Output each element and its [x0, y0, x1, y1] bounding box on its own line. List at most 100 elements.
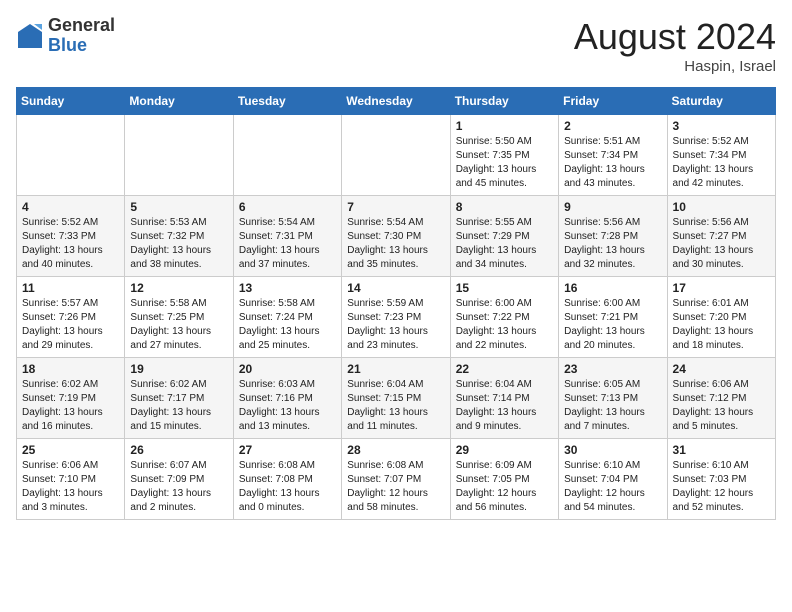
- day-number: 28: [347, 443, 444, 457]
- day-number: 4: [22, 200, 119, 214]
- day-number: 8: [456, 200, 553, 214]
- weekday-header: Thursday: [450, 88, 558, 115]
- calendar-cell: 11 Sunrise: 5:57 AMSunset: 7:26 PMDayligh…: [17, 277, 125, 358]
- calendar-cell: 13 Sunrise: 5:58 AMSunset: 7:24 PMDayligh…: [233, 277, 341, 358]
- day-info: Sunrise: 6:00 AMSunset: 7:22 PMDaylight:…: [456, 297, 553, 353]
- calendar-cell: 23 Sunrise: 6:05 AMSunset: 7:13 PMDayligh…: [559, 358, 667, 439]
- day-info: Sunrise: 6:06 AMSunset: 7:10 PMDaylight:…: [22, 459, 119, 515]
- day-number: 7: [347, 200, 444, 214]
- location: Haspin, Israel: [574, 58, 776, 75]
- day-number: 16: [564, 281, 661, 295]
- day-number: 11: [22, 281, 119, 295]
- calendar-cell: [342, 115, 450, 196]
- logo-general: General: [48, 16, 115, 36]
- weekday-header: Tuesday: [233, 88, 341, 115]
- weekday-header: Friday: [559, 88, 667, 115]
- calendar-cell: 27Sunrise: 6:08 AMSunset: 7:08 PMDayligh…: [233, 439, 341, 520]
- page-header: General Blue August 2024 Haspin, Israel: [16, 16, 776, 75]
- calendar-cell: 7 Sunrise: 5:54 AMSunset: 7:30 PMDaylight…: [342, 196, 450, 277]
- day-number: 1: [456, 119, 553, 133]
- calendar-cell: 21Sunrise: 6:04 AMSunset: 7:15 PMDayligh…: [342, 358, 450, 439]
- day-number: 29: [456, 443, 553, 457]
- calendar-cell: 17Sunrise: 6:01 AMSunset: 7:20 PMDayligh…: [667, 277, 775, 358]
- calendar-cell: 12 Sunrise: 5:58 AMSunset: 7:25 PMDayligh…: [125, 277, 233, 358]
- day-info: Sunrise: 6:04 AMSunset: 7:14 PMDaylight:…: [456, 378, 553, 434]
- day-number: 15: [456, 281, 553, 295]
- day-info: Sunrise: 6:01 AMSunset: 7:20 PMDaylight:…: [673, 297, 770, 353]
- day-info: Sunrise: 6:08 AMSunset: 7:08 PMDaylight:…: [239, 459, 336, 515]
- calendar-cell: 31 Sunrise: 6:10 AMSunset: 7:03 PMDayligh…: [667, 439, 775, 520]
- day-info: Sunrise: 6:06 AMSunset: 7:12 PMDaylight:…: [673, 378, 770, 434]
- calendar-cell: 3 Sunrise: 5:52 AMSunset: 7:34 PMDaylight…: [667, 115, 775, 196]
- calendar-cell: 20Sunrise: 6:03 AMSunset: 7:16 PMDayligh…: [233, 358, 341, 439]
- day-number: 14: [347, 281, 444, 295]
- day-number: 6: [239, 200, 336, 214]
- day-info: Sunrise: 6:08 AMSunset: 7:07 PMDaylight:…: [347, 459, 444, 515]
- day-info: Sunrise: 6:02 AMSunset: 7:17 PMDaylight:…: [130, 378, 227, 434]
- day-number: 13: [239, 281, 336, 295]
- day-number: 30: [564, 443, 661, 457]
- calendar-cell: 30 Sunrise: 6:10 AMSunset: 7:04 PMDayligh…: [559, 439, 667, 520]
- calendar-cell: 4 Sunrise: 5:52 AMSunset: 7:33 PMDaylight…: [17, 196, 125, 277]
- calendar-cell: 24Sunrise: 6:06 AMSunset: 7:12 PMDayligh…: [667, 358, 775, 439]
- logo: General Blue: [16, 16, 115, 56]
- day-info: Sunrise: 5:58 AMSunset: 7:24 PMDaylight:…: [239, 297, 336, 353]
- day-info: Sunrise: 5:52 AMSunset: 7:33 PMDaylight:…: [22, 216, 119, 272]
- calendar-week-row: 1 Sunrise: 5:50 AMSunset: 7:35 PMDaylight…: [17, 115, 776, 196]
- weekday-header: Sunday: [17, 88, 125, 115]
- weekday-header: Wednesday: [342, 88, 450, 115]
- calendar-week-row: 4 Sunrise: 5:52 AMSunset: 7:33 PMDaylight…: [17, 196, 776, 277]
- calendar-week-row: 18 Sunrise: 6:02 AMSunset: 7:19 PMDayligh…: [17, 358, 776, 439]
- weekday-header: Monday: [125, 88, 233, 115]
- logo-text: General Blue: [48, 16, 115, 56]
- calendar-cell: [233, 115, 341, 196]
- day-info: Sunrise: 5:55 AMSunset: 7:29 PMDaylight:…: [456, 216, 553, 272]
- calendar-cell: 16 Sunrise: 6:00 AMSunset: 7:21 PMDayligh…: [559, 277, 667, 358]
- day-number: 12: [130, 281, 227, 295]
- day-info: Sunrise: 5:54 AMSunset: 7:30 PMDaylight:…: [347, 216, 444, 272]
- calendar-cell: 5Sunrise: 5:53 AMSunset: 7:32 PMDaylight…: [125, 196, 233, 277]
- day-info: Sunrise: 5:53 AMSunset: 7:32 PMDaylight:…: [130, 216, 227, 272]
- calendar-cell: 9Sunrise: 5:56 AMSunset: 7:28 PMDaylight…: [559, 196, 667, 277]
- day-number: 2: [564, 119, 661, 133]
- day-info: Sunrise: 6:09 AMSunset: 7:05 PMDaylight:…: [456, 459, 553, 515]
- day-info: Sunrise: 5:56 AMSunset: 7:27 PMDaylight:…: [673, 216, 770, 272]
- calendar-cell: 28 Sunrise: 6:08 AMSunset: 7:07 PMDayligh…: [342, 439, 450, 520]
- logo-icon: [16, 22, 44, 50]
- day-info: Sunrise: 5:57 AMSunset: 7:26 PMDaylight:…: [22, 297, 119, 353]
- calendar-cell: 6Sunrise: 5:54 AMSunset: 7:31 PMDaylight…: [233, 196, 341, 277]
- day-number: 23: [564, 362, 661, 376]
- day-info: Sunrise: 5:58 AMSunset: 7:25 PMDaylight:…: [130, 297, 227, 353]
- day-number: 26: [130, 443, 227, 457]
- calendar-cell: 10 Sunrise: 5:56 AMSunset: 7:27 PMDayligh…: [667, 196, 775, 277]
- calendar-cell: [125, 115, 233, 196]
- day-info: Sunrise: 6:05 AMSunset: 7:13 PMDaylight:…: [564, 378, 661, 434]
- day-info: Sunrise: 6:10 AMSunset: 7:04 PMDaylight:…: [564, 459, 661, 515]
- day-number: 19: [130, 362, 227, 376]
- calendar-cell: 29 Sunrise: 6:09 AMSunset: 7:05 PMDayligh…: [450, 439, 558, 520]
- day-number: 21: [347, 362, 444, 376]
- day-number: 22: [456, 362, 553, 376]
- day-info: Sunrise: 5:50 AMSunset: 7:35 PMDaylight:…: [456, 135, 553, 191]
- calendar-cell: 15 Sunrise: 6:00 AMSunset: 7:22 PMDayligh…: [450, 277, 558, 358]
- day-info: Sunrise: 6:07 AMSunset: 7:09 PMDaylight:…: [130, 459, 227, 515]
- day-number: 18: [22, 362, 119, 376]
- weekday-header-row: SundayMondayTuesdayWednesdayThursdayFrid…: [17, 88, 776, 115]
- day-number: 3: [673, 119, 770, 133]
- day-number: 31: [673, 443, 770, 457]
- title-area: August 2024 Haspin, Israel: [574, 16, 776, 75]
- day-number: 9: [564, 200, 661, 214]
- day-info: Sunrise: 6:00 AMSunset: 7:21 PMDaylight:…: [564, 297, 661, 353]
- calendar-cell: 26 Sunrise: 6:07 AMSunset: 7:09 PMDayligh…: [125, 439, 233, 520]
- day-info: Sunrise: 5:52 AMSunset: 7:34 PMDaylight:…: [673, 135, 770, 191]
- day-number: 10: [673, 200, 770, 214]
- calendar-table: SundayMondayTuesdayWednesdayThursdayFrid…: [16, 87, 776, 520]
- calendar-cell: 25Sunrise: 6:06 AMSunset: 7:10 PMDayligh…: [17, 439, 125, 520]
- calendar-cell: 19 Sunrise: 6:02 AMSunset: 7:17 PMDayligh…: [125, 358, 233, 439]
- calendar-cell: 2Sunrise: 5:51 AMSunset: 7:34 PMDaylight…: [559, 115, 667, 196]
- calendar-cell: 8 Sunrise: 5:55 AMSunset: 7:29 PMDaylight…: [450, 196, 558, 277]
- weekday-header: Saturday: [667, 88, 775, 115]
- day-info: Sunrise: 6:02 AMSunset: 7:19 PMDaylight:…: [22, 378, 119, 434]
- calendar-cell: 22 Sunrise: 6:04 AMSunset: 7:14 PMDayligh…: [450, 358, 558, 439]
- day-info: Sunrise: 6:10 AMSunset: 7:03 PMDaylight:…: [673, 459, 770, 515]
